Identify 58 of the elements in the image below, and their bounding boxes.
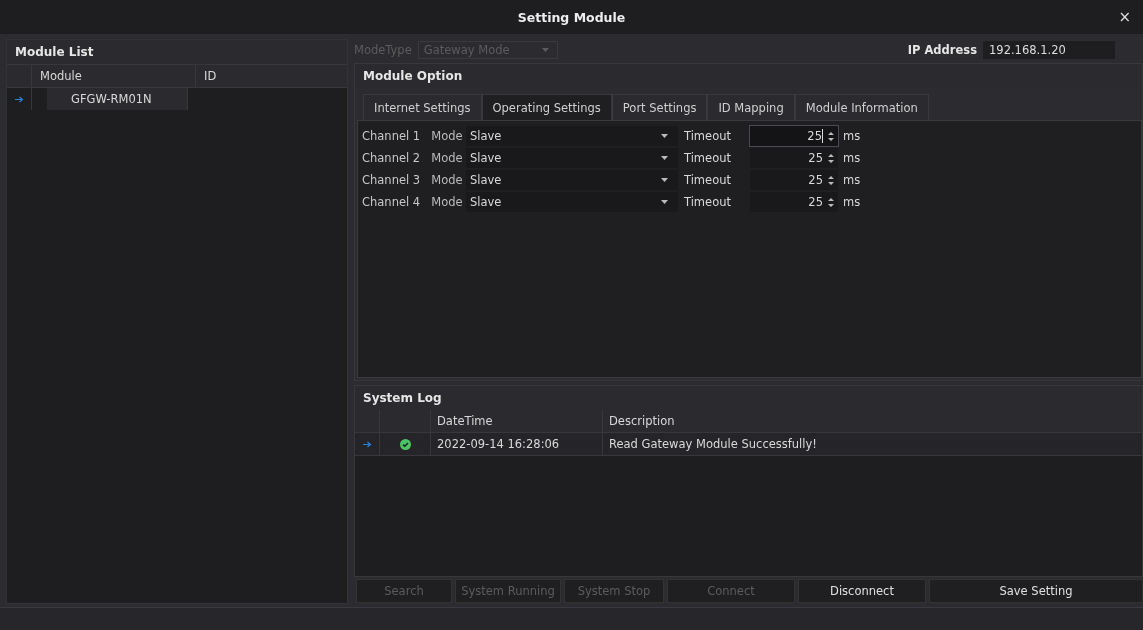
unit-label: ms [842,173,861,187]
field-label: IP Address [907,43,977,57]
table-cell: GFGW-RM01N [47,88,187,110]
panel-title: Module List [15,45,94,59]
column-header: Module [32,65,196,87]
field-label: Mode [430,151,464,165]
dropdown-icon [541,48,549,52]
action-button[interactable]: Disconnect [798,579,926,603]
timeout-spinbox[interactable]: 25 [750,170,838,190]
unit-label: ms [842,151,861,165]
column-header: DateTime [431,410,603,432]
dropdown-icon [661,134,668,138]
arrow-icon [362,440,372,448]
close-button[interactable]: × [1114,9,1135,25]
arrow-icon [14,95,24,103]
ip-address-field[interactable]: 192.168.1.20 [983,41,1115,59]
dropdown-icon [661,200,668,204]
table-cell-text: Read Gateway Module Successfully! [608,436,818,453]
column-header: ID [203,68,218,85]
table-cell: 2022-09-14 16:28:06 [431,433,603,455]
column-header: Description [608,413,676,430]
field-label: Timeout [683,151,732,165]
log-row[interactable]: 2022-09-14 16:28:06 Read Gateway Module Successfully! [355,433,1142,456]
spin-arrows-icon [828,130,834,142]
spin-arrows-icon [828,152,834,164]
mode-dropdown[interactable]: Slave [466,192,678,212]
spin-arrows-icon [828,174,834,186]
dropdown-icon [661,178,668,182]
panel-title: System Log [363,391,442,405]
panel-title: Module Option [363,69,463,83]
field-label: Mode [430,173,464,187]
channel-label: Channel 4 [361,195,422,209]
dropdown-icon [661,156,668,160]
field-label: Timeout [683,173,732,187]
field-label: Mode [430,195,464,209]
tab[interactable]: Operating Settings [481,94,612,120]
channel-label: Channel 3 [361,173,422,187]
timeout-spinbox[interactable]: 25 [750,192,838,212]
tab[interactable]: Internet Settings [363,94,482,120]
mode-dropdown[interactable]: Slave [466,148,678,168]
channel-label: Channel 1 [361,129,422,143]
tab[interactable]: Port Settings [611,94,708,120]
field-label: Mode [430,129,464,143]
tab[interactable]: ID Mapping [707,94,795,120]
action-button[interactable]: Save Setting [929,579,1143,603]
timeout-spinbox[interactable]: 25 [750,126,838,146]
unit-label: ms [842,129,861,143]
tab[interactable]: Module Information [794,94,929,120]
unit-label: ms [842,195,861,209]
spin-arrows-icon [828,196,834,208]
timeout-spinbox[interactable]: 25 [750,148,838,168]
window-title: Setting Module [517,9,626,25]
module-row[interactable]: GFGW-RM01N [7,88,347,110]
channel-label: Channel 2 [361,151,422,165]
mode-dropdown[interactable]: Slave [466,126,678,146]
field-label: Timeout [683,195,732,209]
field-label: Timeout [683,129,732,143]
mode-dropdown[interactable]: Slave [466,170,678,190]
